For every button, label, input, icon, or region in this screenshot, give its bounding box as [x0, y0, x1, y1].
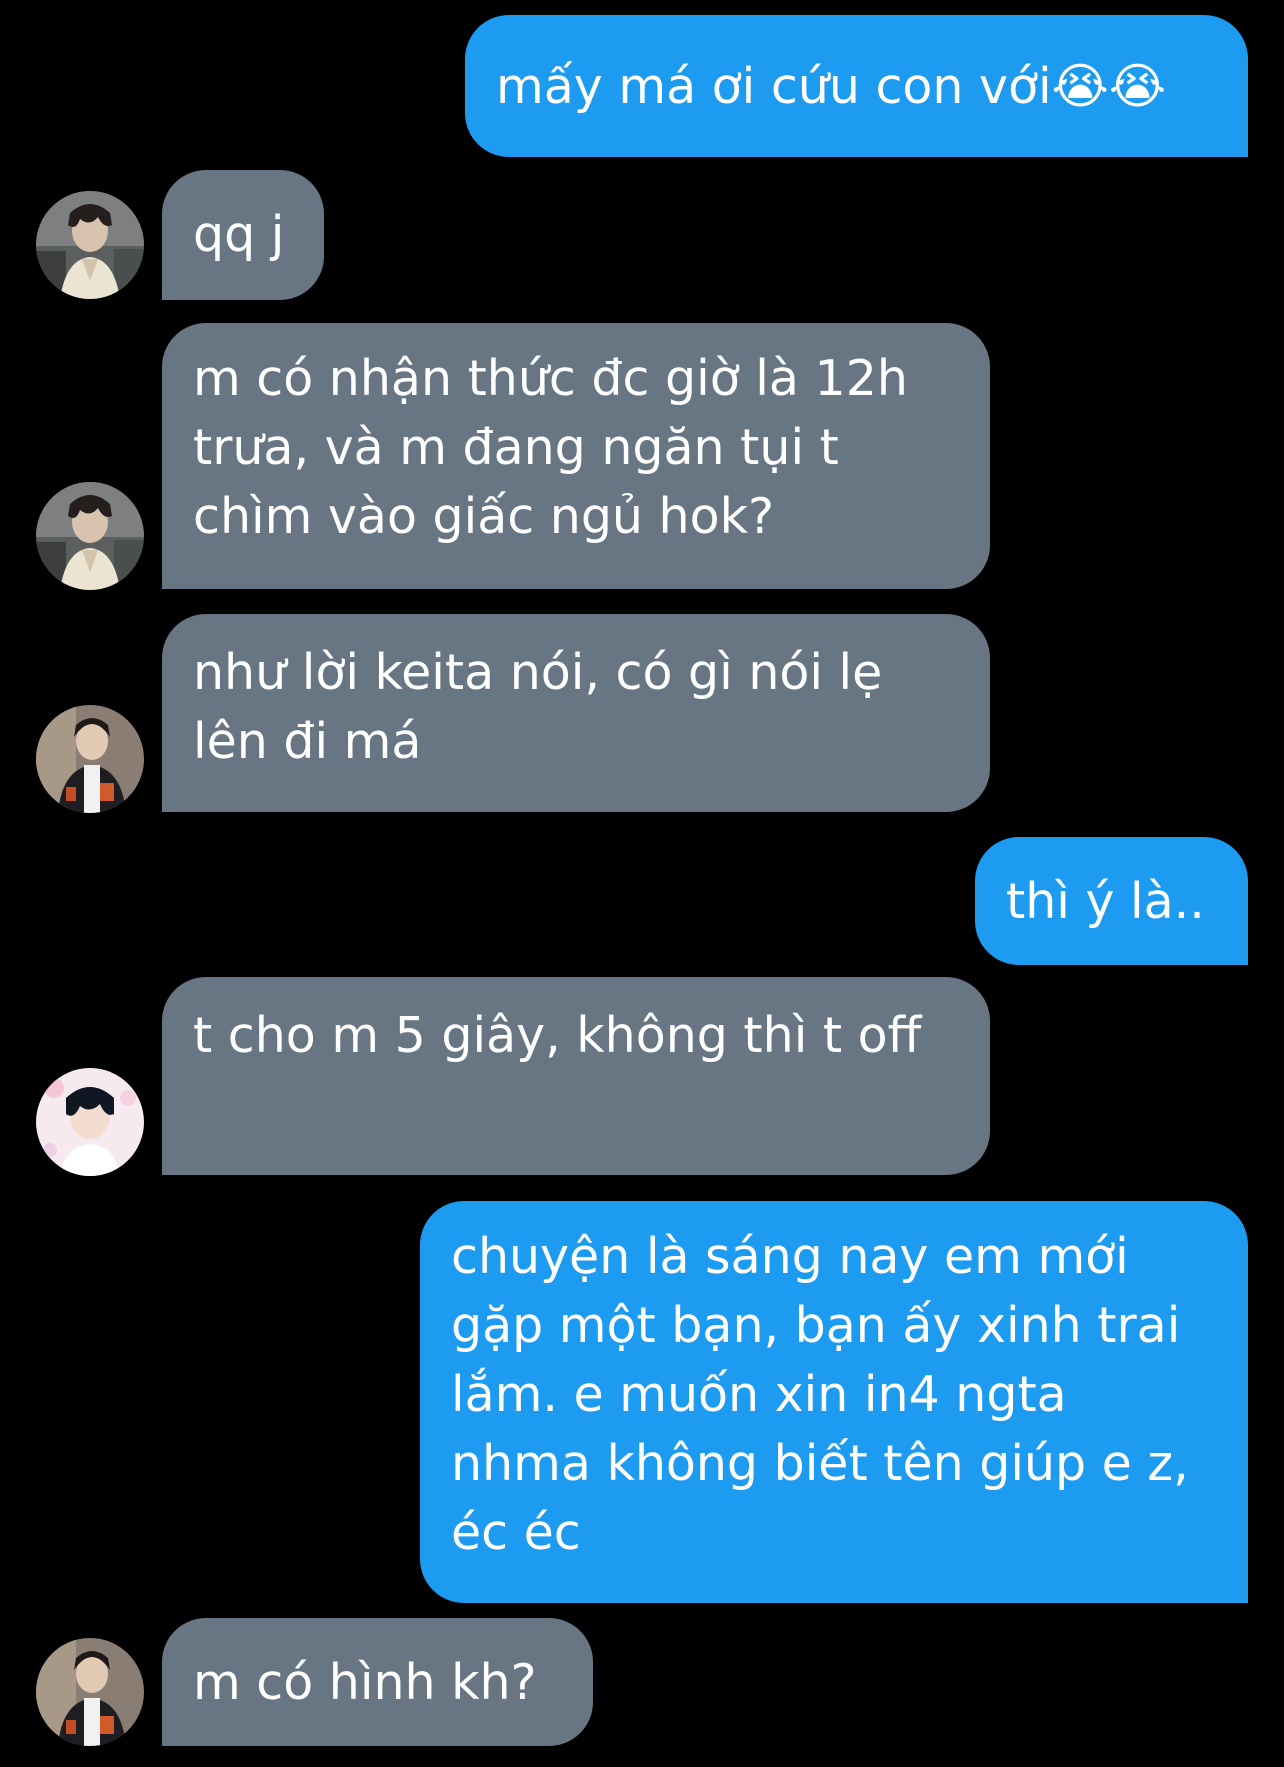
- message-text: qq j: [193, 206, 285, 263]
- message-text: chuyện là sáng nay em mới gặp một bạn, b…: [451, 1228, 1189, 1561]
- sent-message-bubble[interactable]: mấy má ơi cứu con với😭😭: [465, 15, 1248, 157]
- message-text: mấy má ơi cứu con với😭😭: [496, 58, 1167, 115]
- message-text: như lời keita nói, có gì nói lẹ lên đi m…: [193, 644, 883, 770]
- sent-message-bubble[interactable]: chuyện là sáng nay em mới gặp một bạn, b…: [420, 1201, 1248, 1603]
- received-message-bubble[interactable]: qq j: [162, 170, 324, 300]
- received-message-bubble[interactable]: như lời keita nói, có gì nói lẹ lên đi m…: [162, 614, 990, 812]
- message-text: m có hình kh?: [193, 1654, 537, 1711]
- message-text: m có nhận thức đc giờ là 12h trưa, và m …: [193, 350, 908, 545]
- received-message-bubble[interactable]: m có nhận thức đc giờ là 12h trưa, và m …: [162, 323, 990, 589]
- message-text: t cho m 5 giây, không thì t off: [193, 1007, 922, 1064]
- avatar-dark-hair-icon[interactable]: [36, 482, 144, 590]
- avatar-jacket-icon[interactable]: [36, 1638, 144, 1746]
- chat-screen: mấy má ơi cứu con với😭😭 qq j m có nhận t…: [0, 0, 1284, 1767]
- received-message-bubble[interactable]: t cho m 5 giây, không thì t off: [162, 977, 990, 1175]
- avatar-dark-hair-icon[interactable]: [36, 191, 144, 299]
- avatar-jacket-icon[interactable]: [36, 705, 144, 813]
- message-text: thì ý là..: [1006, 873, 1205, 930]
- received-message-bubble[interactable]: m có hình kh?: [162, 1618, 593, 1746]
- sent-message-bubble[interactable]: thì ý là..: [975, 837, 1248, 965]
- avatar-light-bg-icon[interactable]: [36, 1068, 144, 1176]
